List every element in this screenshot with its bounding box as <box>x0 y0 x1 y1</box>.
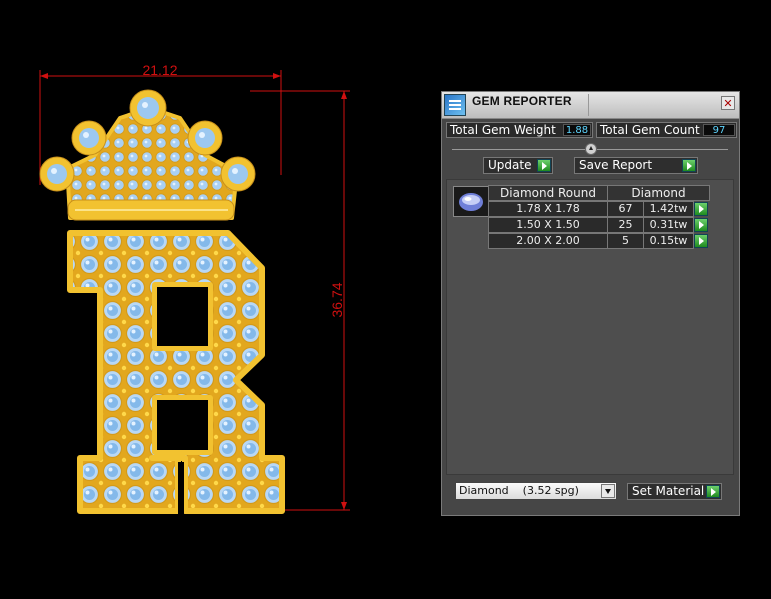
height-dimension-label: 36.74 <box>329 282 345 317</box>
gem-count-cell: 25 <box>607 217 644 233</box>
gem-reporter-panel: GEM REPORTER ✕ Total Gem Weight 1.88 Tot… <box>441 91 740 516</box>
total-gem-count-value: 97 <box>703 124 735 136</box>
gem-size-cell: 2.00 X 2.00 <box>488 233 608 249</box>
gem-size-cell: 1.78 X 1.78 <box>488 201 608 217</box>
crown-ball <box>187 120 223 156</box>
chevron-down-icon[interactable] <box>601 484 615 498</box>
gem-list-area: Diamond Round Diamond 1.78 X 1.78 67 1.4… <box>446 179 734 475</box>
collapse-handle[interactable] <box>585 143 597 155</box>
table-row: 1.50 X 1.50 25 0.31tw <box>488 217 711 233</box>
column-header-shape: Diamond Round <box>488 185 608 201</box>
total-gem-weight-value: 1.88 <box>563 124 591 136</box>
pendant-model <box>39 89 285 514</box>
set-material-button-label: Set Material <box>632 484 705 498</box>
close-icon[interactable]: ✕ <box>721 96 735 110</box>
gem-weight-cell: 1.42tw <box>643 201 694 217</box>
row-select-arrow-icon[interactable] <box>694 234 708 248</box>
set-material-button[interactable]: Set Material <box>627 483 722 500</box>
play-arrow-icon <box>537 159 551 172</box>
gem-reporter-app-icon <box>444 94 466 116</box>
total-gem-count-label: Total Gem Count <box>600 123 700 137</box>
width-dimension-label: 21.12 <box>142 62 177 78</box>
crown-ball <box>220 156 256 192</box>
save-report-button-label: Save Report <box>579 158 653 172</box>
titlebar-separator <box>588 94 589 116</box>
crown-ball <box>39 156 75 192</box>
gem-size-cell: 1.50 X 1.50 <box>488 217 608 233</box>
update-button-label: Update <box>488 158 532 172</box>
table-row: 2.00 X 2.00 5 0.15tw <box>488 233 711 249</box>
row-select-arrow-icon[interactable] <box>694 218 708 232</box>
gem-count-cell: 5 <box>607 233 644 249</box>
save-report-button[interactable]: Save Report <box>574 157 698 174</box>
gem-count-cell: 67 <box>607 201 644 217</box>
diamond-gem-icon <box>459 193 483 211</box>
material-select-value: Diamond (3.52 spg) <box>459 484 579 497</box>
crown-ball <box>71 120 107 156</box>
row-select-arrow-icon[interactable] <box>694 202 708 216</box>
total-gem-weight-label: Total Gem Weight <box>450 123 556 137</box>
panel-title: GEM REPORTER <box>472 94 572 108</box>
total-gem-weight-field: Total Gem Weight 1.88 <box>446 122 593 138</box>
play-arrow-icon <box>682 159 696 172</box>
gem-weight-cell: 0.31tw <box>643 217 694 233</box>
crown-ball <box>129 89 167 127</box>
diamond-round-thumbnail[interactable] <box>453 186 489 217</box>
material-select[interactable]: Diamond (3.52 spg) <box>455 482 617 500</box>
table-row: 1.78 X 1.78 67 1.42tw <box>488 201 711 217</box>
total-gem-count-field: Total Gem Count 97 <box>596 122 737 138</box>
play-arrow-icon <box>706 485 720 498</box>
column-header-material: Diamond <box>607 185 710 201</box>
update-button[interactable]: Update <box>483 157 553 174</box>
gem-weight-cell: 0.15tw <box>643 233 694 249</box>
panel-titlebar[interactable]: GEM REPORTER ✕ <box>442 92 739 119</box>
